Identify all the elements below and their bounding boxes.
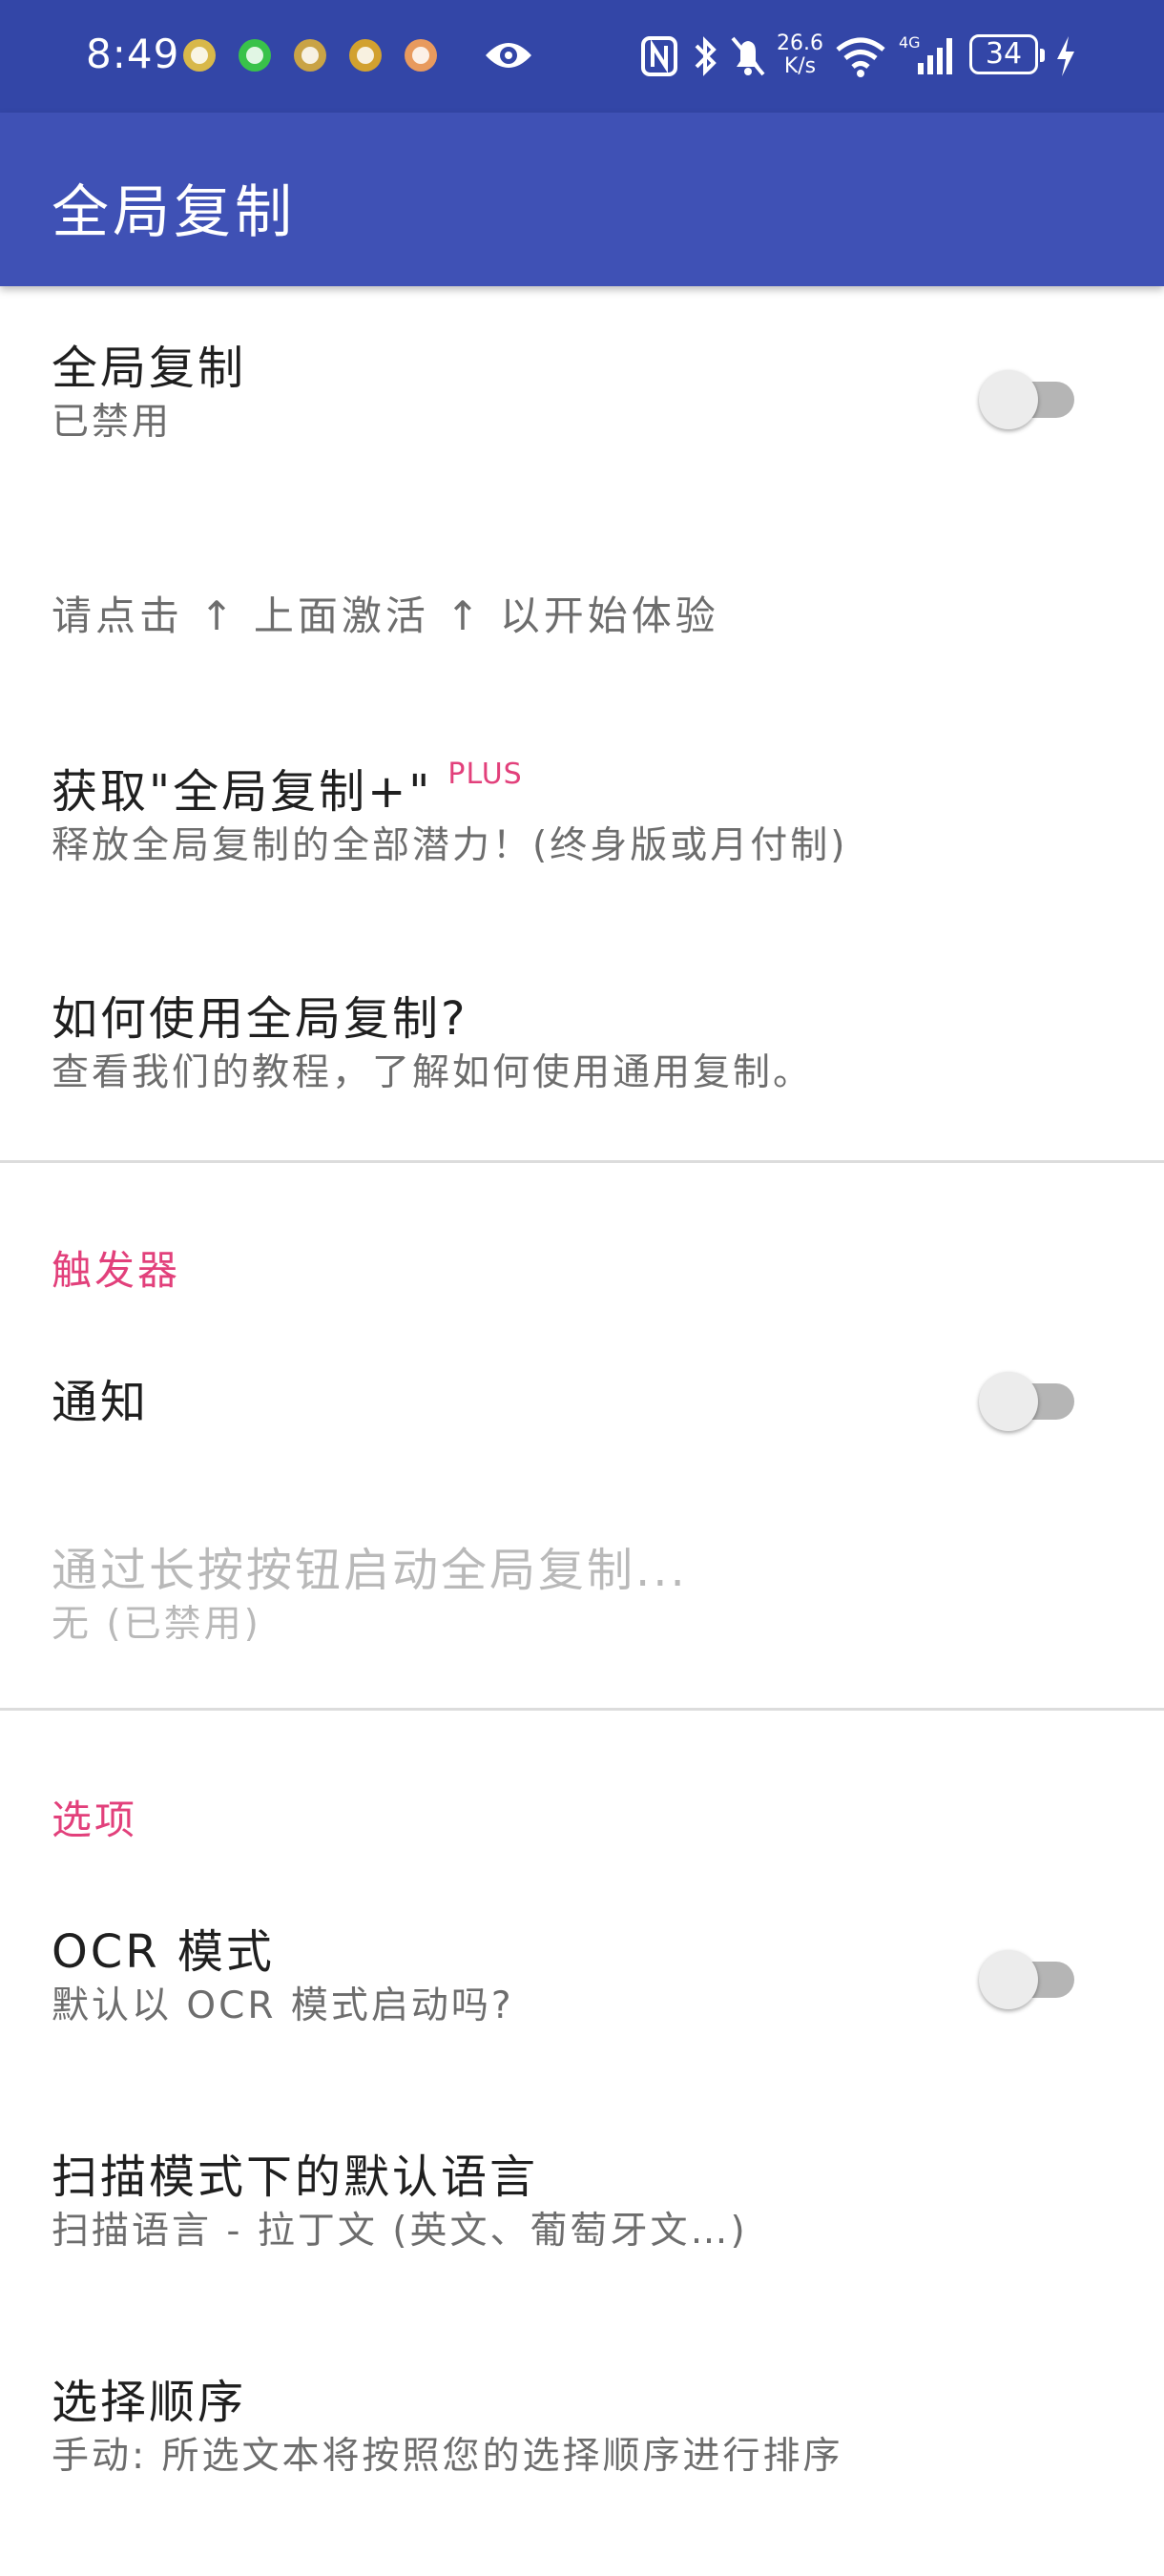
nfc-icon — [641, 36, 677, 76]
network-speed: 26.6 K/s — [777, 31, 823, 78]
switch-thumb — [979, 370, 1038, 429]
wifi-icon — [836, 37, 885, 77]
status-bar: 8:49 26.6 K/s 4G 34 — [0, 0, 1164, 113]
selection-order-row[interactable]: 选择顺序 手动: 所选文本将按照您的选择顺序进行排序 — [52, 2374, 843, 2483]
how-to-use-row[interactable]: 如何使用全局复制? 查看我们的教程，了解如何使用通用复制。 — [52, 990, 813, 1099]
setting-summary: 释放全局复制的全部潜力！(终身版或月付制) — [52, 824, 848, 867]
long-press-trigger-row: 通过长按按钮启动全局复制... 无 (已禁用) — [52, 1542, 688, 1651]
section-divider — [0, 1708, 1164, 1711]
page-title: 全局复制 — [52, 179, 296, 246]
setting-summary: 手动: 所选文本将按照您的选择顺序进行排序 — [52, 2435, 843, 2478]
setting-title: 如何使用全局复制? — [52, 992, 468, 1046]
switch-thumb — [979, 1372, 1038, 1431]
global-copy-switch[interactable] — [979, 370, 1078, 429]
setting-title: 扫描模式下的默认语言 — [52, 2150, 539, 2204]
setting-summary: 无 (已禁用) — [52, 1603, 261, 1646]
svg-text:4G: 4G — [899, 33, 921, 52]
setting-title: 获取"全局复制+" — [52, 765, 433, 819]
app-notification-icon — [405, 39, 437, 72]
plus-badge: PLUS — [447, 758, 523, 791]
setting-summary: 已禁用 — [52, 401, 173, 444]
mute-icon — [731, 36, 765, 76]
activation-hint: 请点击 ↑ 上面激活 ↑ 以开始体验 — [52, 592, 719, 639]
global-copy-toggle-row[interactable]: 全局复制 已禁用 — [52, 340, 246, 448]
setting-title: 通知 — [52, 1376, 150, 1429]
app-notification-icon — [183, 39, 216, 72]
setting-summary: 扫描语言 - 拉丁文 (英文、葡萄牙文…) — [52, 2210, 748, 2253]
section-divider — [0, 1160, 1164, 1163]
category-header-triggers: 触发器 — [52, 1247, 181, 1294]
app-notification-icon — [349, 39, 382, 72]
switch-thumb — [979, 1950, 1038, 2009]
charging-icon — [1057, 36, 1074, 76]
eye-icon — [486, 43, 531, 68]
ocr-mode-toggle-row[interactable]: OCR 模式 默认以 OCR 模式启动吗? — [52, 1923, 514, 2032]
status-time: 8:49 — [86, 31, 180, 77]
category-header-options: 选项 — [52, 1797, 138, 1843]
app-notification-icon — [239, 39, 271, 72]
setting-summary: 默认以 OCR 模式启动吗? — [52, 1984, 514, 2027]
get-plus-row[interactable]: 获取"全局复制+" PLUS 释放全局复制的全部潜力！(终身版或月付制) — [52, 758, 848, 872]
app-notification-icon — [294, 39, 326, 72]
setting-title: OCR 模式 — [52, 1925, 275, 1979]
notification-toggle-row[interactable]: 通知 — [52, 1374, 149, 1431]
setting-title: 选择顺序 — [52, 2376, 247, 2429]
app-bar: 全局复制 — [0, 113, 1164, 286]
battery-icon: 34 — [969, 34, 1045, 74]
setting-summary: 查看我们的教程，了解如何使用通用复制。 — [52, 1051, 814, 1094]
scan-language-row[interactable]: 扫描模式下的默认语言 扫描语言 - 拉丁文 (英文、葡萄牙文…) — [52, 2149, 748, 2257]
notification-switch[interactable] — [979, 1372, 1078, 1431]
setting-title: 通过长按按钮启动全局复制... — [52, 1544, 688, 1597]
signal-icon: 4G — [899, 33, 952, 74]
setting-title: 全局复制 — [52, 342, 247, 395]
ocr-mode-switch[interactable] — [979, 1950, 1078, 2009]
bluetooth-icon — [695, 36, 717, 76]
